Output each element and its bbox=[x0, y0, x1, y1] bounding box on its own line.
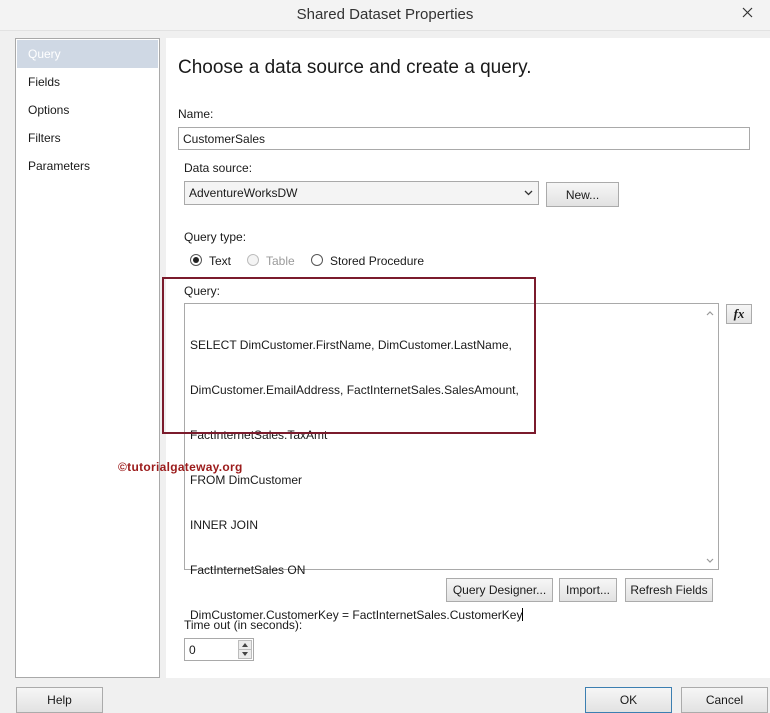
sidebar-item-query[interactable]: Query bbox=[17, 40, 158, 68]
query-label: Query: bbox=[184, 284, 221, 298]
import-button[interactable]: Import... bbox=[559, 578, 617, 602]
ok-button[interactable]: OK bbox=[585, 687, 672, 713]
window-title: Shared Dataset Properties bbox=[296, 6, 474, 23]
stepper-down-icon[interactable] bbox=[238, 649, 252, 659]
datasource-select[interactable]: AdventureWorksDW bbox=[184, 181, 539, 205]
query-line: INNER JOIN bbox=[190, 518, 259, 532]
query-textarea[interactable]: SELECT DimCustomer.FirstName, DimCustome… bbox=[184, 303, 719, 622]
chevron-down-icon bbox=[522, 182, 534, 204]
datasource-label: Data source: bbox=[184, 161, 253, 175]
watermark: ©tutorialgateway.org bbox=[118, 460, 243, 474]
timeout-label: Time out (in seconds): bbox=[184, 618, 303, 632]
timeout-value: 0 bbox=[189, 643, 196, 657]
help-button[interactable]: Help bbox=[16, 687, 103, 713]
query-scrollbar[interactable] bbox=[702, 304, 718, 569]
querytype-storedproc-label: Stored Procedure bbox=[330, 254, 425, 268]
close-icon bbox=[742, 7, 752, 17]
fx-icon: fx bbox=[733, 306, 745, 321]
timeout-stepper[interactable]: 0 bbox=[184, 638, 254, 661]
sidebar-item-parameters[interactable]: Parameters bbox=[17, 152, 158, 180]
query-line: FactInternetSales ON bbox=[190, 563, 306, 577]
query-designer-button[interactable]: Query Designer... bbox=[446, 578, 553, 602]
refresh-fields-button[interactable]: Refresh Fields bbox=[625, 578, 713, 602]
datasource-value: AdventureWorksDW bbox=[189, 186, 298, 200]
expression-button[interactable]: fx bbox=[726, 304, 752, 324]
cancel-button[interactable]: Cancel bbox=[681, 687, 768, 713]
sidebar-item-fields[interactable]: Fields bbox=[17, 68, 158, 96]
close-button[interactable] bbox=[724, 0, 770, 24]
text-caret bbox=[522, 608, 524, 621]
query-line: SELECT DimCustomer.FirstName, DimCustome… bbox=[190, 338, 512, 352]
sidebar-item-options[interactable]: Options bbox=[17, 96, 158, 124]
name-label: Name: bbox=[178, 107, 214, 121]
querytype-label: Query type: bbox=[184, 230, 247, 244]
title-bar: Shared Dataset Properties bbox=[0, 0, 770, 31]
sidebar-item-filters[interactable]: Filters bbox=[17, 124, 158, 152]
page-title: Choose a data source and create a query. bbox=[178, 57, 532, 78]
scroll-up-icon[interactable] bbox=[702, 306, 718, 320]
querytype-table-radio bbox=[247, 254, 259, 266]
query-line: DimCustomer.EmailAddress, FactInternetSa… bbox=[190, 383, 519, 397]
new-datasource-button[interactable]: New... bbox=[546, 182, 619, 207]
query-line: FROM DimCustomer bbox=[190, 473, 303, 487]
sidebar-nav: Query Fields Options Filters Parameters bbox=[15, 38, 160, 678]
name-input[interactable] bbox=[178, 127, 750, 150]
query-line: FactInternetSales.TaxAmt bbox=[190, 428, 328, 442]
scroll-down-icon[interactable] bbox=[702, 553, 718, 567]
query-text: SELECT DimCustomer.FirstName, DimCustome… bbox=[190, 308, 700, 653]
querytype-table-label: Table bbox=[266, 254, 295, 268]
querytype-text-radio[interactable] bbox=[190, 254, 202, 266]
querytype-storedproc-radio[interactable] bbox=[311, 254, 323, 266]
querytype-text-label: Text bbox=[209, 254, 232, 268]
